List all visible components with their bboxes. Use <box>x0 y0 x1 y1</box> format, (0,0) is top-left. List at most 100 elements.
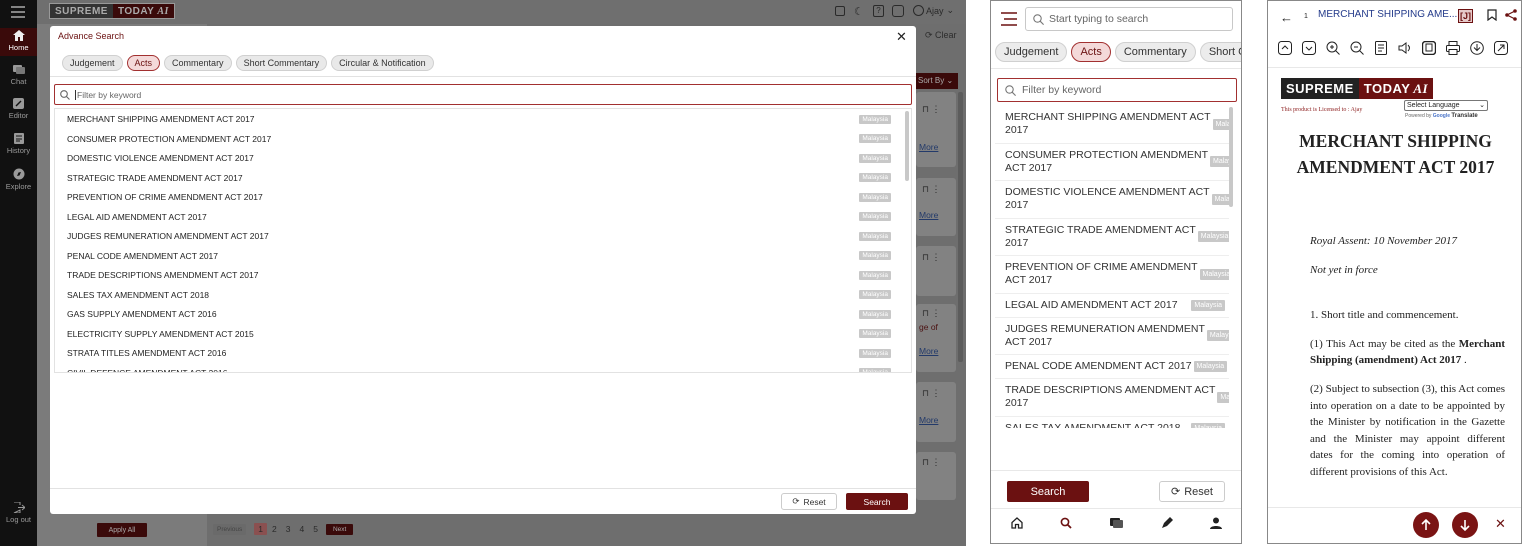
list-item[interactable]: SALES TAX AMENDMENT ACT 2018 Malaysia <box>995 417 1229 428</box>
tab-acts[interactable]: Acts <box>1071 42 1111 62</box>
export-icon[interactable] <box>1494 41 1508 55</box>
audio-icon[interactable] <box>1398 41 1412 55</box>
list-item[interactable]: LEGAL AID AMENDMENT ACT 2017 Malaysia <box>55 207 903 227</box>
list-item[interactable]: PREVENTION OF CRIME AMENDMENT ACT 2017 Mal… <box>995 256 1229 294</box>
tab-circular-notification[interactable]: Circular & Notification <box>331 55 434 71</box>
list-item[interactable]: MERCHANT SHIPPING AMENDMENT ACT 2017 Mala… <box>55 110 903 130</box>
list-item[interactable]: CONSUMER PROTECTION AMENDMENT ACT 2017 Ma… <box>55 129 903 149</box>
more-link[interactable]: More <box>919 210 938 220</box>
page-button[interactable]: 3 <box>286 524 291 534</box>
home-icon[interactable] <box>1011 517 1023 529</box>
search-icon[interactable] <box>1060 517 1072 529</box>
stop-icon[interactable] <box>1422 41 1436 55</box>
bookmark-icon[interactable]: ⊓ ⋮ <box>922 308 941 319</box>
more-link[interactable]: More <box>919 415 938 425</box>
prev-button[interactable]: Previous <box>213 523 247 535</box>
bookmark-icon[interactable]: ⊓ ⋮ <box>922 252 941 263</box>
tab-judgement[interactable]: Judgement <box>62 55 123 71</box>
list-scrollbar[interactable] <box>1229 107 1233 207</box>
list-item[interactable]: MERCHANT SHIPPING AMENDMENT ACT2017Malay… <box>995 106 1229 144</box>
menu-icon[interactable] <box>11 6 25 18</box>
sidebar-item-history[interactable]: History <box>0 133 37 155</box>
search-input[interactable]: Start typing to search <box>1025 7 1233 31</box>
list-item[interactable]: TRADE DESCRIPTIONS AMENDMENT ACT2017Mala… <box>995 379 1229 417</box>
tab-commentary[interactable]: Commentary <box>164 55 232 71</box>
profile-icon[interactable] <box>1210 517 1222 529</box>
sidebar-item-explore[interactable]: Explore <box>0 168 37 191</box>
translate-icon[interactable] <box>835 6 845 16</box>
scroll-up-button[interactable] <box>1413 512 1439 538</box>
page-button[interactable]: 4 <box>300 524 305 534</box>
bookmark-icon[interactable]: ⊓ ⋮ <box>922 388 941 399</box>
sidebar-item-logout[interactable]: Log out <box>0 502 37 524</box>
list-item[interactable]: DOMESTIC VIOLENCE AMENDMENT ACT 2017 Mala… <box>55 149 903 169</box>
bookmark-icon[interactable]: ⊓ ⋮ <box>922 104 941 115</box>
list-item[interactable]: CONSUMER PROTECTION AMENDMENT ACT 2017 Mal… <box>995 144 1229 181</box>
apply-all-button[interactable]: Apply All <box>97 523 147 537</box>
sort-button[interactable]: Sort By ⌄ <box>916 73 958 89</box>
list-item[interactable]: LEGAL AID AMENDMENT ACT 2017 Malaysia <box>995 294 1229 318</box>
bookmark-icon[interactable]: ⊓ ⋮ <box>922 184 941 195</box>
next-button[interactable]: Next <box>325 523 354 535</box>
list-item[interactable]: STRATEGIC TRADE AMENDMENT ACT 2017 Malaysi… <box>995 219 1229 256</box>
list-item[interactable]: JUDGES REMUNERATION AMENDMENT ACT 2017 Mal… <box>995 318 1229 355</box>
list-item[interactable]: JUDGES REMUNERATION AMENDMENT ACT 2017 Ma… <box>55 227 903 247</box>
list-item[interactable]: STRATA TITLES AMENDMENT ACT 2016 Malaysia <box>55 344 903 364</box>
close-icon[interactable]: ✕ <box>896 29 907 45</box>
page-button[interactable]: 5 <box>313 524 318 534</box>
tab-acts[interactable]: Acts <box>126 55 161 71</box>
list-item[interactable]: TRADE DESCRIPTIONS AMENDMENT ACT 2017 Mal… <box>55 266 903 286</box>
filter-input[interactable]: Filter by keyword <box>54 84 912 105</box>
clear-button[interactable]: ⟳ Clear <box>925 30 957 41</box>
page-button[interactable]: 1 <box>254 523 268 535</box>
menu-icon[interactable] <box>1001 12 1017 26</box>
list-item[interactable]: CIVIL DEFENCE AMENDMENT ACT 2016 Malaysia <box>55 363 903 372</box>
zoom-in-icon[interactable] <box>1326 41 1340 55</box>
sidebar-item-editor[interactable]: Editor <box>0 98 37 120</box>
user-menu[interactable]: Ajay ⌄ <box>913 5 954 16</box>
list-item[interactable]: PENAL CODE AMENDMENT ACT 2017 Malaysia <box>995 355 1229 379</box>
print-icon[interactable] <box>1446 41 1460 55</box>
back-arrow-icon[interactable]: ← <box>1280 10 1293 25</box>
list-scrollbar[interactable] <box>905 111 909 181</box>
list-item[interactable]: ELECTRICITY SUPPLY AMENDMENT ACT 2015 Mal… <box>55 324 903 344</box>
more-link[interactable]: More <box>919 346 938 356</box>
results-scrollbar[interactable] <box>958 92 963 362</box>
bookmark-icon[interactable] <box>1487 9 1497 21</box>
collapse-icon[interactable] <box>1278 41 1292 55</box>
tab-short-commentary[interactable]: Short Comm <box>1199 42 1241 62</box>
list-item[interactable]: STRATEGIC TRADE AMENDMENT ACT 2017 Malays… <box>55 168 903 188</box>
summary-icon[interactable] <box>1374 41 1388 55</box>
list-item[interactable]: PREVENTION OF CRIME AMENDMENT ACT 2017 Ma… <box>55 188 903 208</box>
filter-input[interactable]: Filter by keyword <box>997 78 1237 102</box>
list-item[interactable]: SALES TAX AMENDMENT ACT 2018 Malaysia <box>55 285 903 305</box>
editor-icon[interactable] <box>1161 517 1173 529</box>
list-item[interactable]: DOMESTIC VIOLENCE AMENDMENT ACT2017Malay… <box>995 181 1229 219</box>
list-item[interactable]: GAS SUPPLY AMENDMENT ACT 2016 Malaysia <box>55 305 903 325</box>
share-icon[interactable] <box>1505 9 1517 21</box>
theme-icon[interactable]: ☾ <box>854 5 864 18</box>
download-icon[interactable] <box>1470 41 1484 55</box>
language-select[interactable]: Select Language ⌄ <box>1404 100 1488 111</box>
tab-commentary[interactable]: Commentary <box>1114 42 1196 62</box>
help-icon[interactable]: ? <box>873 5 884 17</box>
close-icon[interactable]: ✕ <box>1495 516 1506 532</box>
sidebar-item-home[interactable]: Home <box>0 28 37 56</box>
scroll-down-button[interactable] <box>1452 512 1478 538</box>
sidebar-item-chat[interactable]: Chat <box>0 64 37 86</box>
expand-icon[interactable] <box>1302 41 1316 55</box>
search-button[interactable]: Search <box>1007 481 1089 502</box>
search-button[interactable]: Search <box>846 493 908 510</box>
apps-icon[interactable] <box>892 5 904 17</box>
more-link[interactable]: More <box>919 142 938 152</box>
reset-button[interactable]: ⟳ Reset <box>781 493 837 510</box>
chat-icon[interactable] <box>1110 517 1123 529</box>
translate-icon[interactable]: [J] <box>1458 9 1473 23</box>
reset-button[interactable]: ⟳ Reset <box>1159 481 1225 502</box>
tab-short-commentary[interactable]: Short Commentary <box>235 55 328 71</box>
zoom-out-icon[interactable] <box>1350 41 1364 55</box>
page-button[interactable]: 2 <box>272 524 277 534</box>
bookmark-icon[interactable]: ⊓ ⋮ <box>922 457 941 468</box>
list-item[interactable]: PENAL CODE AMENDMENT ACT 2017 Malaysia <box>55 246 903 266</box>
tab-judgement[interactable]: Judgement <box>995 42 1068 62</box>
